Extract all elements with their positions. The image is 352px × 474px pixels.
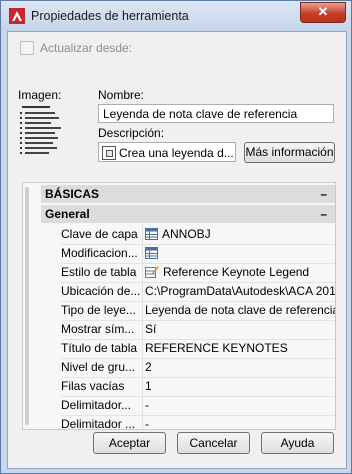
ok-button[interactable]: Aceptar <box>93 432 166 454</box>
dialog-body: Actualizar desde: Imagen: Nombre: Leyend… <box>7 31 347 469</box>
property-key: Filas vacías <box>61 379 125 393</box>
collapse-general-icon[interactable]: – <box>320 205 327 223</box>
property-value[interactable]: Reference Keynote Legend <box>145 265 335 279</box>
property-key: Nivel de gru... <box>61 360 136 374</box>
property-row[interactable]: Delimitador ... - <box>61 415 335 430</box>
property-key: Delimitador... <box>61 398 132 412</box>
properties-panel: BÁSICAS – General – Clave de capa ANNOBJ <box>22 182 336 430</box>
more-info-button[interactable]: Más información <box>244 142 335 163</box>
description-field[interactable]: Crea una leyenda d... <box>98 142 236 162</box>
panel-scroll-strip[interactable] <box>25 187 29 425</box>
property-row[interactable]: Tipo de leye... Leyenda de nota clave de… <box>61 301 335 321</box>
layer-override-icon <box>145 247 158 259</box>
description-value: Crea una leyenda d... <box>119 146 234 160</box>
description-label: Descripción: <box>98 126 165 140</box>
property-row[interactable]: Estilo de tabla Reference Keynote Legend <box>61 263 335 283</box>
property-row[interactable]: Ubicación de... C:\ProgramData\Autodesk\… <box>61 282 335 302</box>
name-label: Nombre: <box>98 88 145 102</box>
section-basic-title: BÁSICAS <box>45 187 100 201</box>
property-key: Título de tabla <box>61 341 138 355</box>
help-button[interactable]: Ayuda <box>261 432 334 454</box>
property-row[interactable]: Clave de capa ANNOBJ <box>61 225 335 245</box>
property-value[interactable]: C:\ProgramData\Autodesk\ACA 201... <box>145 284 335 298</box>
property-value[interactable]: ANNOBJ <box>145 227 335 241</box>
tool-properties-dialog: Propiedades de herramienta ✕ Actualizar … <box>0 0 352 474</box>
table-style-icon <box>145 266 159 278</box>
property-key: Ubicación de... <box>61 284 141 298</box>
property-value[interactable]: - <box>145 417 335 429</box>
layer-key-icon <box>145 228 158 240</box>
description-edit-icon[interactable] <box>102 146 116 160</box>
collapse-basic-icon[interactable]: – <box>320 185 327 203</box>
image-label: Imagen: <box>18 88 62 102</box>
section-basic-header[interactable]: BÁSICAS – <box>41 185 335 203</box>
property-value[interactable]: 1 <box>145 379 335 393</box>
section-general-header[interactable]: General – <box>41 205 335 223</box>
property-row[interactable]: Nivel de gru... 2 <box>61 358 335 378</box>
property-key: Modificacion... <box>61 246 138 260</box>
property-key: Tipo de leye... <box>61 303 136 317</box>
update-from-checkbox[interactable] <box>20 41 34 55</box>
property-row[interactable]: Delimitador... - <box>61 396 335 416</box>
property-value[interactable]: 2 <box>145 360 335 374</box>
property-value[interactable]: Leyenda de nota clave de referencia <box>145 303 335 317</box>
property-row[interactable]: Mostrar sím... Sí <box>61 320 335 340</box>
property-value[interactable]: Sí <box>145 322 335 336</box>
autocad-app-icon <box>9 8 25 24</box>
title-bar[interactable]: Propiedades de herramienta ✕ <box>1 1 351 31</box>
property-row[interactable]: Filas vacías 1 <box>61 377 335 397</box>
dialog-title: Propiedades de herramienta <box>31 9 189 23</box>
update-from-label: Actualizar desde: <box>40 41 133 55</box>
property-row[interactable]: Modificacion... <box>61 244 335 264</box>
property-key: Mostrar sím... <box>61 322 135 336</box>
property-value[interactable]: REFERENCE KEYNOTES <box>145 341 335 355</box>
tool-thumbnail-image[interactable] <box>16 104 86 156</box>
name-input[interactable]: Leyenda de nota clave de referencia <box>98 104 334 123</box>
section-general-title: General <box>45 207 90 221</box>
property-value[interactable]: - <box>145 398 335 412</box>
property-key: Delimitador ... <box>61 417 136 430</box>
property-row[interactable]: Título de tabla REFERENCE KEYNOTES <box>61 339 335 359</box>
close-button[interactable]: ✕ <box>300 2 346 23</box>
property-key: Estilo de tabla <box>61 265 137 279</box>
property-key: Clave de capa <box>61 227 138 241</box>
property-value[interactable] <box>145 246 335 260</box>
cancel-button[interactable]: Cancelar <box>177 432 250 454</box>
